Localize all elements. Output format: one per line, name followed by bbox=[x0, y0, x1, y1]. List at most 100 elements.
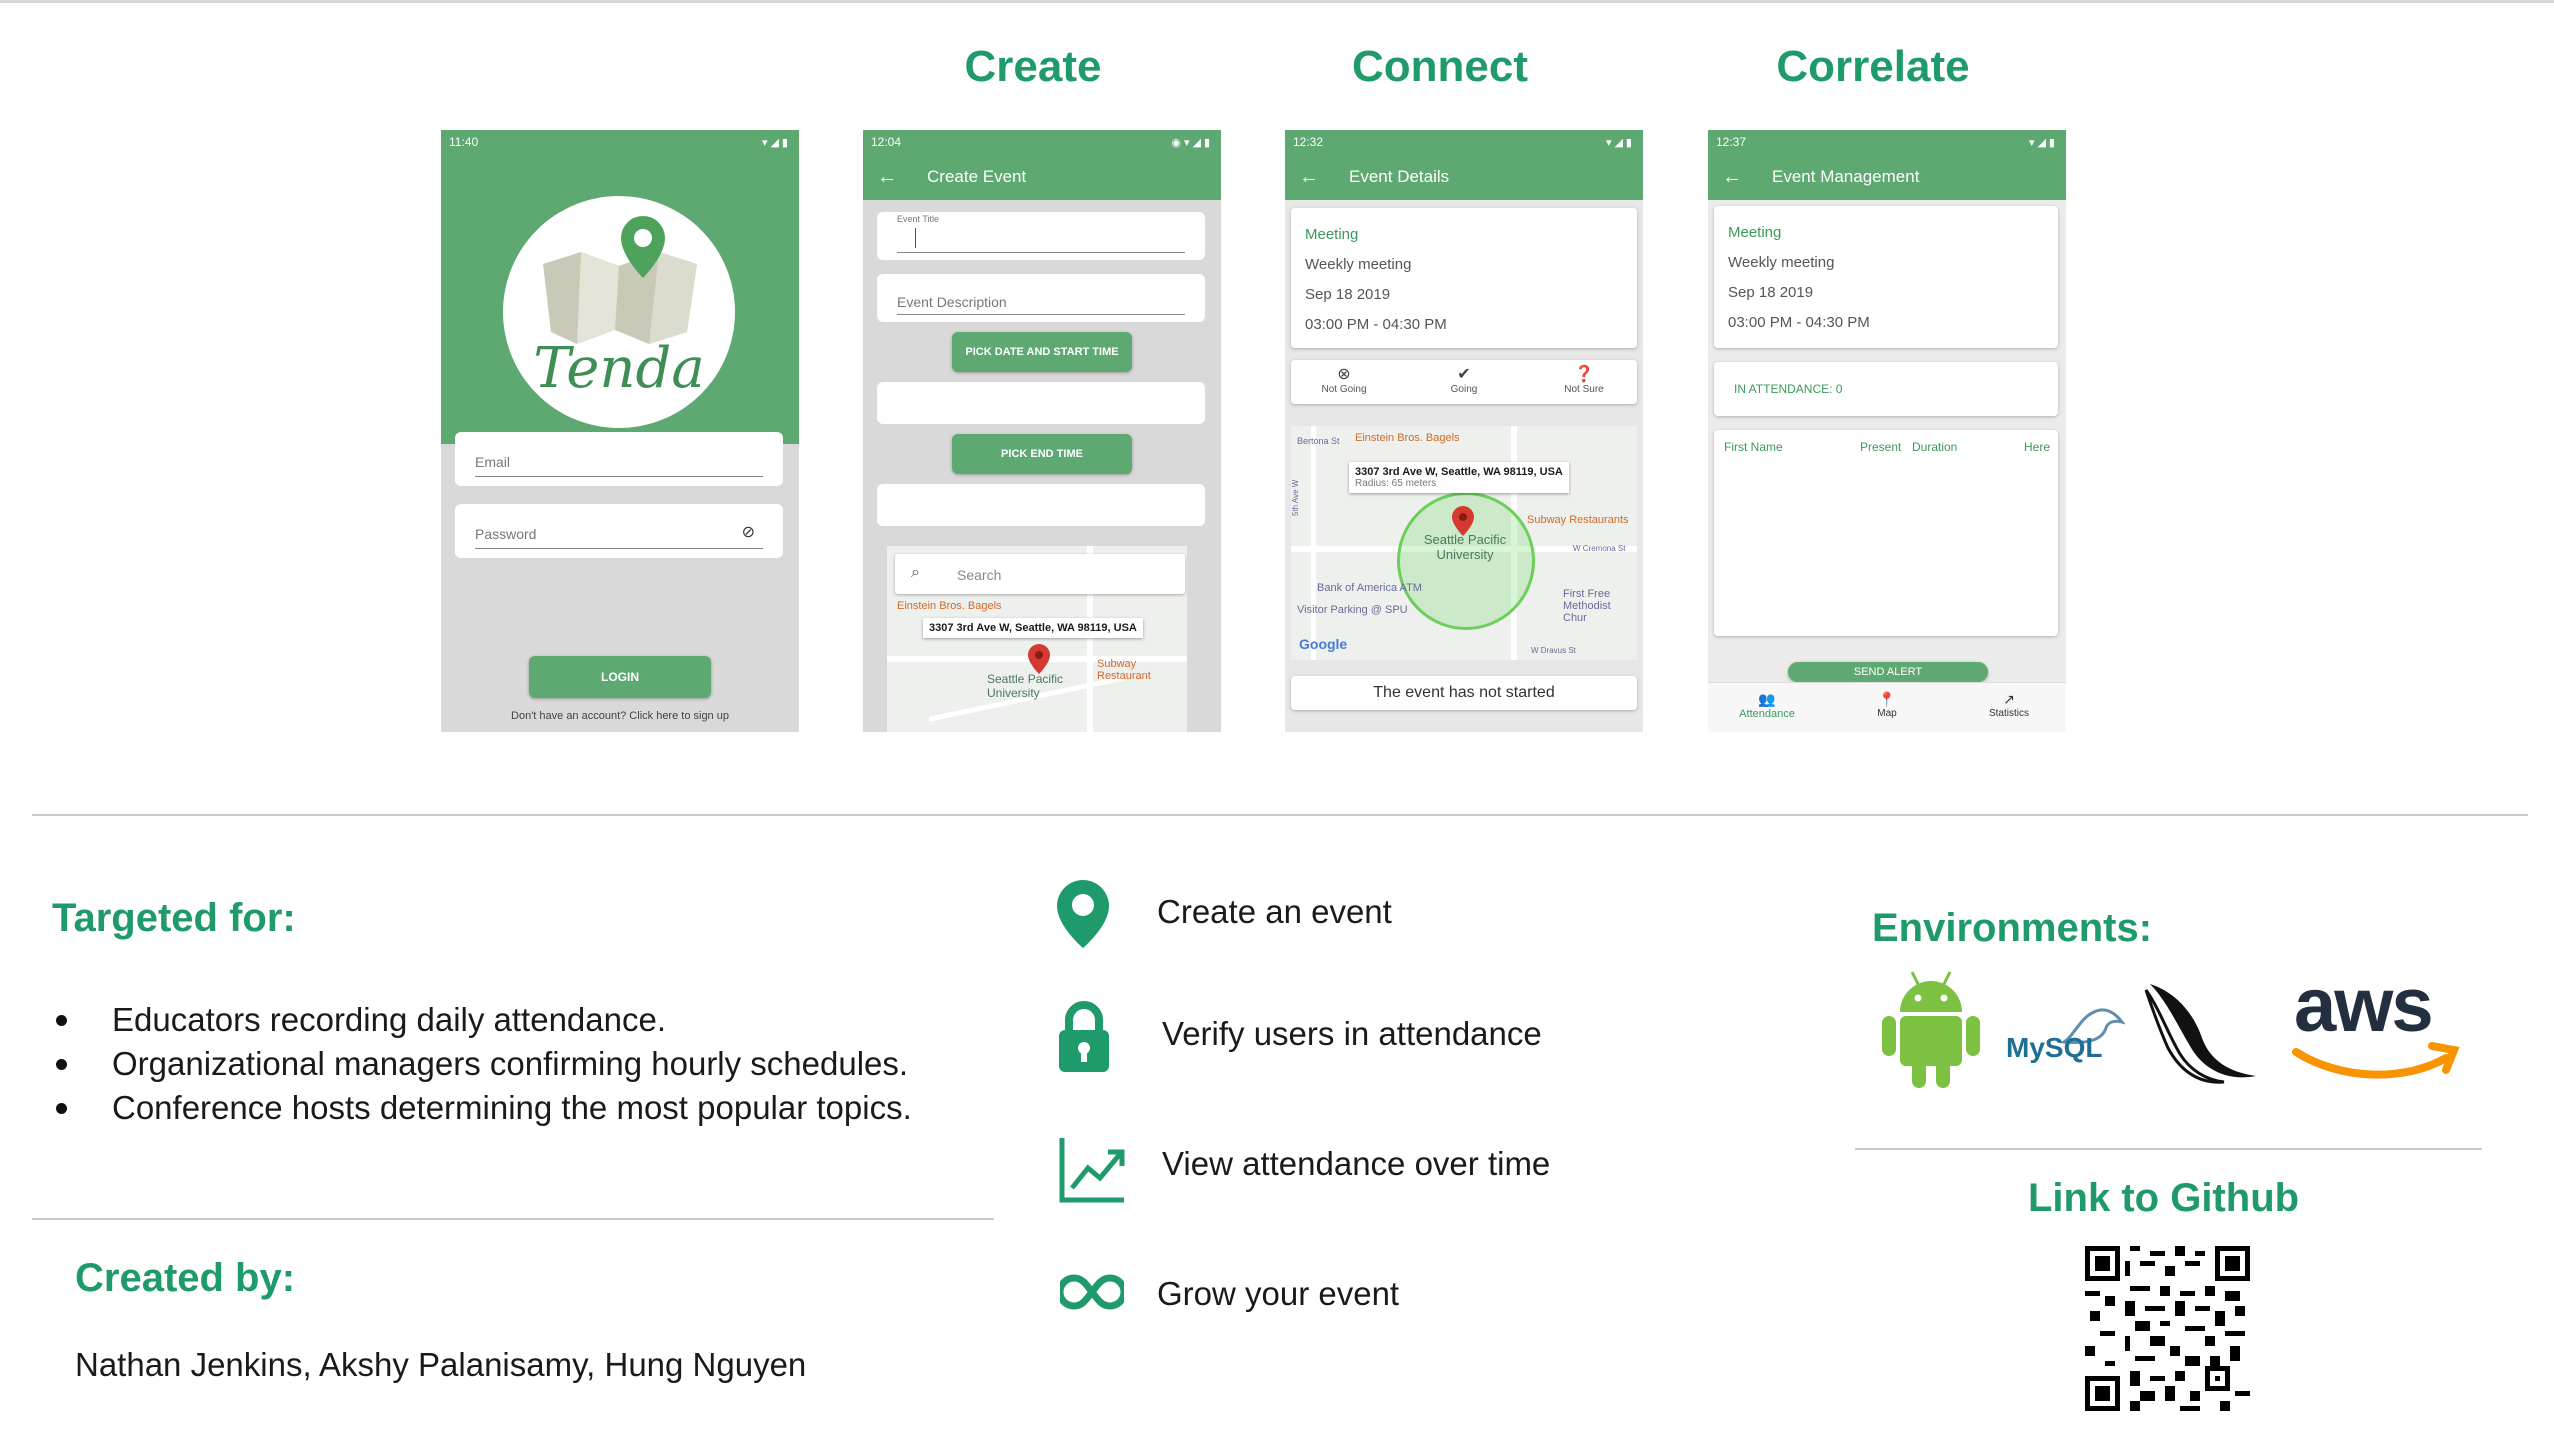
event-description-placeholder: Event Description bbox=[897, 294, 1007, 310]
event-name: Meeting bbox=[1305, 226, 1359, 243]
hide-password-icon[interactable]: ⊘ bbox=[742, 522, 755, 542]
feature-view: View attendance over time bbox=[1162, 1145, 1551, 1182]
rsvp-going[interactable]: ✔ Going bbox=[1429, 364, 1499, 395]
padlock-icon bbox=[1059, 1001, 1109, 1072]
nav-statistics-label: Statistics bbox=[1988, 708, 2029, 719]
targeted-heading: Targeted for: bbox=[52, 896, 296, 940]
people-icon: 👥 bbox=[1758, 691, 1776, 707]
app-bar: ← Event Management bbox=[1708, 154, 2066, 200]
app-bar: ← Create Event bbox=[863, 154, 1221, 200]
map-street-cremona: W Cremona St bbox=[1573, 544, 1626, 553]
map-poi-bagels: Einstein Bros. Bagels bbox=[897, 600, 1002, 612]
attendance-count: IN ATTENDANCE: 0 bbox=[1734, 382, 1843, 396]
nav-attendance[interactable]: 👥 Attendance bbox=[1722, 691, 1812, 720]
search-icon: ⌕ bbox=[911, 564, 920, 581]
heading-correlate: Correlate bbox=[1776, 42, 1970, 91]
github-qr-code[interactable] bbox=[2085, 1246, 2250, 1411]
status-time: 12:32 bbox=[1293, 135, 1324, 149]
logo-circle: Tenda bbox=[503, 196, 735, 428]
mysql-text: MySQL bbox=[2006, 1032, 2103, 1063]
cancel-circle-icon: ⊗ bbox=[1337, 366, 1351, 383]
google-logo: Google bbox=[1299, 636, 1348, 652]
event-title-field[interactable]: Event Title bbox=[877, 212, 1205, 260]
android-icon bbox=[1882, 971, 1980, 1088]
map-poi-church: First Free Methodist Chur bbox=[1563, 588, 1611, 624]
github-heading: Link to Github bbox=[2028, 1176, 2300, 1220]
status-time: 12:04 bbox=[871, 135, 902, 149]
event-date: Sep 18 2019 bbox=[1305, 286, 1391, 303]
map-poi-spu: Seattle Pacific University bbox=[1423, 532, 1507, 562]
back-arrow-icon[interactable]: ← bbox=[877, 166, 897, 189]
feature-verify: Verify users in attendance bbox=[1162, 1015, 1542, 1052]
status-bar: 11:40 ▾◢▮ bbox=[441, 130, 799, 154]
aws-logo: aws bbox=[2292, 963, 2462, 1086]
login-screen: 11:40 ▾◢▮ Tenda Email Password ⊘ LOGIN D… bbox=[441, 130, 799, 732]
top-divider bbox=[0, 0, 2554, 3]
signup-link[interactable]: Don't have an account? Click here to sig… bbox=[441, 710, 799, 722]
rsvp-not-going[interactable]: ⊗ Not Going bbox=[1309, 364, 1379, 395]
header-duration: Duration bbox=[1912, 440, 1958, 454]
list-item: Organizational managers confirming hourl… bbox=[50, 1042, 912, 1086]
mysql-logo: MySQL bbox=[2006, 998, 2128, 1068]
login-button[interactable]: LOGIN bbox=[529, 656, 711, 698]
help-circle-icon: ❓ bbox=[1574, 366, 1594, 383]
nav-statistics[interactable]: ↗ Statistics bbox=[1964, 691, 2054, 719]
logo-text: Tenda bbox=[533, 336, 705, 401]
back-arrow-icon[interactable]: ← bbox=[1722, 166, 1742, 189]
map-poi-subway: Subway Restaurants bbox=[1527, 514, 1629, 526]
nav-map[interactable]: 📍 Map bbox=[1842, 691, 1932, 719]
event-name: Meeting bbox=[1728, 224, 1782, 241]
screen-title: Event Management bbox=[1772, 167, 1920, 186]
rsvp-not-sure[interactable]: ❓ Not Sure bbox=[1549, 364, 1619, 395]
event-details-map[interactable]: Bertona St Einstein Bros. Bagels 3307 3r… bbox=[1291, 426, 1637, 660]
section-divider bbox=[32, 814, 2528, 816]
attendance-count-card: IN ATTENDANCE: 0 bbox=[1714, 362, 2058, 416]
trend-chart-icon bbox=[1059, 1138, 1125, 1203]
feature-grow: Grow your event bbox=[1157, 1275, 1400, 1312]
map-search-field[interactable]: ⌕ Search bbox=[895, 554, 1185, 594]
create-event-map[interactable]: Einstein Bros. Bagels 3307 3rd Ave W, Se… bbox=[887, 546, 1187, 732]
list-item: Conference hosts determining the most po… bbox=[50, 1086, 912, 1130]
map-radius: Radius: 65 meters bbox=[1355, 478, 1437, 489]
feature-create: Create an event bbox=[1157, 893, 1392, 930]
start-time-display bbox=[877, 382, 1205, 424]
event-description: Weekly meeting bbox=[1305, 256, 1412, 273]
event-management-screen: 12:37 ▾◢▮ ← Event Management Meeting Wee… bbox=[1708, 130, 2066, 732]
event-time-range: 03:00 PM - 04:30 PM bbox=[1728, 314, 1870, 331]
header-first-name: First Name bbox=[1724, 440, 1783, 454]
map-street-5th: 5th Ave W bbox=[1291, 479, 1300, 516]
map-poi-spu: Seattle Pacific University bbox=[987, 672, 1064, 700]
status-icons: ▾◢▮ bbox=[2028, 136, 2058, 149]
map-pin-icon: 📍 bbox=[1878, 691, 1896, 707]
map-poi-bank: Bank of America ATM bbox=[1317, 582, 1422, 594]
password-field[interactable]: Password ⊘ bbox=[455, 504, 783, 558]
send-alert-button[interactable]: SEND ALERT bbox=[1788, 662, 1988, 682]
rsvp-bar: ⊗ Not Going ✔ Going ❓ Not Sure bbox=[1291, 360, 1637, 404]
map-marker-icon bbox=[1028, 644, 1050, 674]
back-arrow-icon[interactable]: ← bbox=[1299, 166, 1319, 189]
rsvp-not-going-label: Not Going bbox=[1321, 384, 1367, 395]
map-street-bertona: Bertona St bbox=[1297, 436, 1340, 446]
email-field[interactable]: Email bbox=[455, 432, 783, 486]
event-description: Weekly meeting bbox=[1728, 254, 1835, 271]
pick-end-button[interactable]: PICK END TIME bbox=[952, 434, 1132, 474]
password-placeholder: Password bbox=[475, 526, 537, 542]
trending-up-icon: ↗ bbox=[2003, 691, 2015, 707]
map-address-tooltip: 3307 3rd Ave W, Seattle, WA 98119, USA bbox=[923, 618, 1143, 638]
create-event-screen: 12:04 ◉▾◢▮ ← Create Event Event Title Ev… bbox=[863, 130, 1221, 732]
screen-title: Create Event bbox=[927, 167, 1027, 186]
map-poi-parking: Visitor Parking @ SPU bbox=[1297, 604, 1408, 616]
map-street-dravus: W Dravus St bbox=[1531, 646, 1576, 655]
nav-attendance-label: Attendance bbox=[1739, 708, 1795, 720]
login-header: Tenda bbox=[441, 154, 799, 444]
email-placeholder: Email bbox=[475, 454, 511, 470]
event-details-screen: 12:32 ▾◢▮ ← Event Details Meeting Weekly… bbox=[1285, 130, 1643, 732]
created-heading: Created by: bbox=[75, 1256, 296, 1300]
status-icons: ▾◢▮ bbox=[761, 136, 791, 149]
map-poi-bagels: Einstein Bros. Bagels bbox=[1355, 432, 1460, 444]
flask-icon bbox=[2144, 984, 2256, 1084]
check-circle-icon: ✔ bbox=[1457, 366, 1471, 383]
right-divider bbox=[1855, 1148, 2482, 1150]
event-description-field[interactable]: Event Description bbox=[877, 274, 1205, 322]
pick-start-button[interactable]: PICK DATE AND START TIME bbox=[952, 332, 1132, 372]
